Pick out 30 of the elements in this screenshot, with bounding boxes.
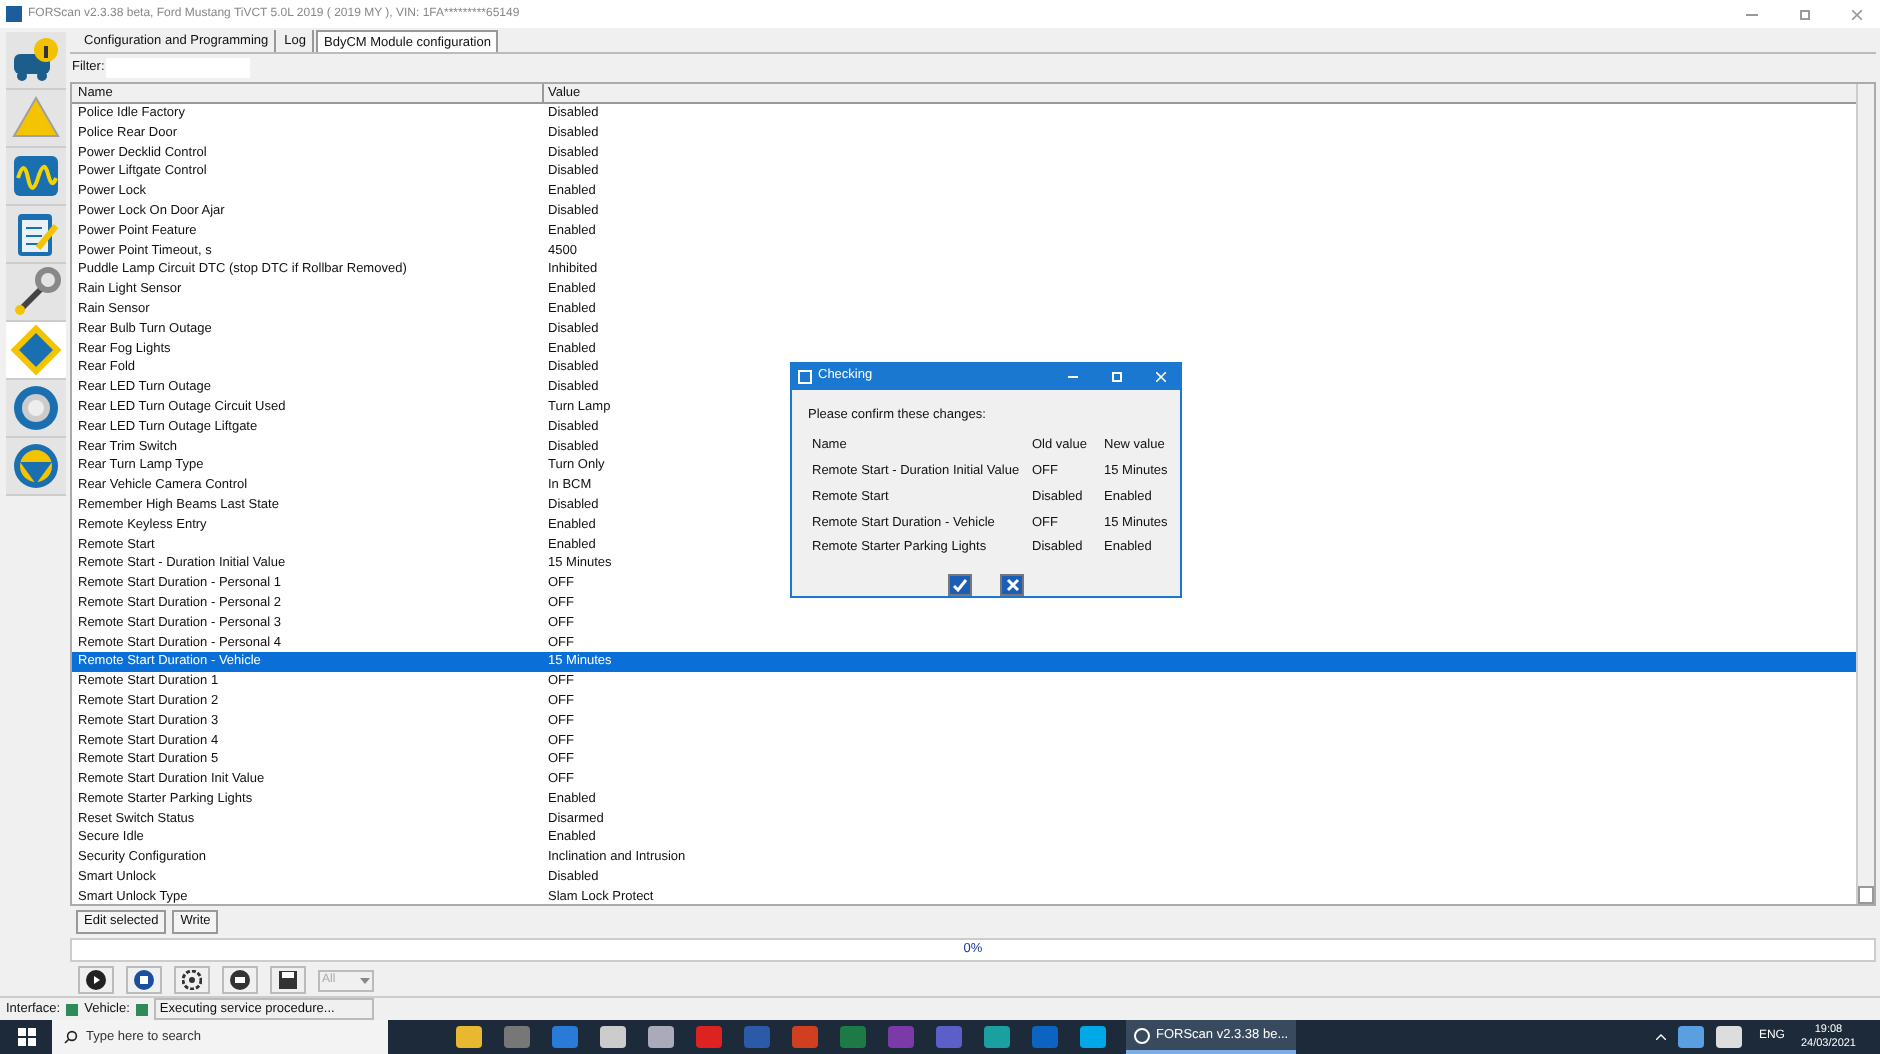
close-icon	[1005, 578, 1019, 592]
play-icon[interactable]	[78, 966, 114, 994]
minimize-icon[interactable]	[1068, 375, 1078, 378]
status-indicator-icon	[66, 1003, 79, 1015]
check-icon	[952, 578, 968, 592]
car-info-icon	[10, 34, 62, 86]
confirm-button[interactable]	[948, 574, 972, 596]
sidebar-item[interactable]	[6, 322, 66, 380]
sidebar-item[interactable]	[6, 148, 66, 206]
filter-field[interactable]	[106, 57, 251, 77]
maximize-icon[interactable]	[1800, 9, 1810, 19]
scrollbar[interactable]	[1856, 84, 1874, 904]
stop-icon[interactable]	[126, 966, 162, 994]
close-icon[interactable]	[1852, 9, 1862, 19]
minimize-icon[interactable]	[1746, 13, 1758, 15]
sidebar-item[interactable]	[6, 438, 66, 496]
oscilloscope-icon	[10, 150, 62, 202]
status-indicator-icon	[135, 1003, 148, 1015]
search-icon	[64, 1030, 78, 1044]
cancel-button[interactable]	[1000, 574, 1024, 596]
sidebar-item[interactable]	[6, 206, 66, 264]
save-icon[interactable]	[270, 966, 306, 994]
chip-icon	[10, 324, 62, 376]
caret-icon	[360, 977, 370, 983]
sidebar-item[interactable]	[6, 32, 66, 90]
sidebar-item[interactable]	[6, 380, 66, 438]
sidebar-item[interactable]	[6, 264, 66, 322]
wrench-icon	[10, 266, 62, 318]
dialog-icon	[798, 369, 812, 384]
chevron-up-icon[interactable]	[1656, 1034, 1667, 1040]
